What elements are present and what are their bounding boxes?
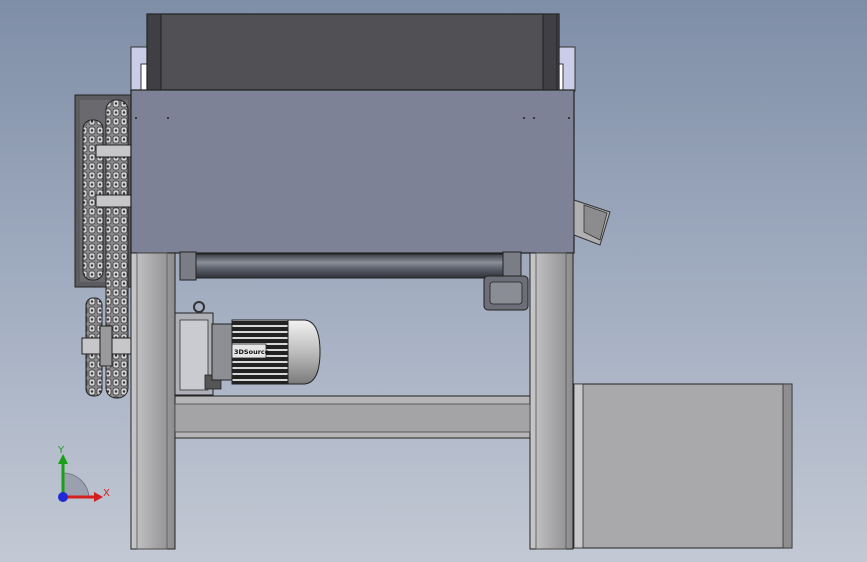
frame-leg-right bbox=[529, 252, 574, 550]
conveyor-roller bbox=[179, 251, 529, 311]
z-axis-dot bbox=[58, 492, 68, 502]
machine-drawing: 3DSource Y X bbox=[57, 13, 793, 550]
feed-hopper bbox=[130, 13, 576, 92]
cross-beam bbox=[174, 395, 531, 439]
y-axis-label: Y bbox=[57, 445, 65, 456]
motor-brand-label: 3DSource bbox=[234, 348, 270, 356]
frame-leg-left bbox=[130, 252, 176, 550]
x-axis-label: X bbox=[103, 488, 110, 499]
cad-viewport[interactable]: 3DSource Y X bbox=[0, 0, 867, 562]
side-cabinet bbox=[573, 383, 793, 549]
discharge-chute bbox=[573, 199, 611, 246]
gear-motor: 3DSource bbox=[174, 301, 321, 396]
main-housing bbox=[130, 89, 575, 254]
coordinate-triad: Y X bbox=[57, 445, 110, 502]
